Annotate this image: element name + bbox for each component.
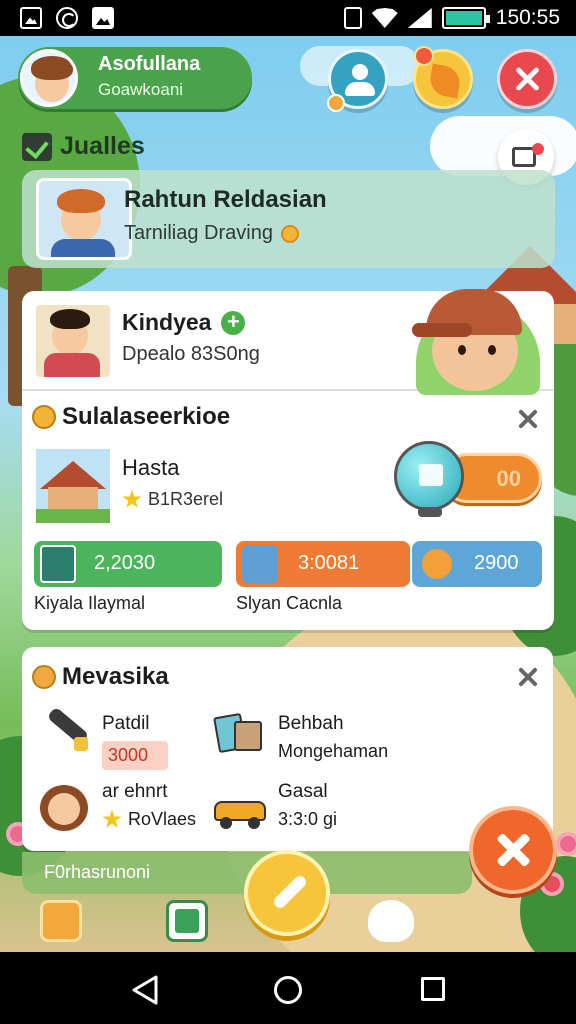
inventory-card: Mevasika Patdil 3000 Behbah Mongehaman a… xyxy=(22,647,553,851)
house-thumbnail xyxy=(36,449,110,523)
recent-apps-icon[interactable] xyxy=(421,977,445,1001)
gallery-notification-icon xyxy=(20,7,42,29)
star-icon xyxy=(122,489,142,508)
character-thumbnail xyxy=(36,305,110,377)
close-icon xyxy=(493,830,533,870)
close-icon xyxy=(512,64,542,94)
fab-close-button[interactable] xyxy=(469,806,557,894)
stat-value: 2,2030 xyxy=(94,552,156,574)
inventory-item[interactable]: Behbah Mongehaman xyxy=(278,713,388,762)
signal-icon xyxy=(407,8,432,28)
subsection-header: Sulalaseerkioe xyxy=(32,403,230,431)
player-name: Asofullana xyxy=(98,53,201,75)
inventory-header: Mevasika xyxy=(32,663,169,691)
home-icon[interactable] xyxy=(274,976,302,1004)
dismiss-icon[interactable] xyxy=(518,409,538,429)
alert-badge-icon xyxy=(414,46,434,66)
back-icon[interactable] xyxy=(130,974,160,1006)
car-icon xyxy=(212,793,266,837)
item-label: Gasal xyxy=(278,781,328,802)
bag-tab-button[interactable] xyxy=(40,900,82,942)
toggle-label: 00 xyxy=(496,466,521,491)
featured-banner[interactable]: Rahtun Reldasian Tarniliag Draving xyxy=(22,170,555,268)
stat-orange[interactable]: 3:0081 xyxy=(236,541,410,587)
stat-green[interactable]: 2,2030 xyxy=(34,541,222,587)
banner-subtitle: Tarniliag Draving xyxy=(124,222,273,244)
shop-bag-icon xyxy=(419,464,443,486)
mascot-character xyxy=(410,283,542,395)
subsection-title: Sulalaseerkioe xyxy=(62,403,231,430)
item-label: Behbah xyxy=(278,713,344,734)
sync-notification-icon xyxy=(56,7,78,29)
coin-icon xyxy=(280,224,299,243)
item-label: Patdil xyxy=(102,713,150,734)
character-subtitle: Dpealo 83S0ng xyxy=(122,343,260,365)
stat-blue[interactable]: 2900 xyxy=(412,541,542,587)
dismiss-icon[interactable] xyxy=(518,667,538,687)
item-value: RoVlaes xyxy=(128,809,197,829)
medal-icon xyxy=(32,405,56,429)
inventory-item[interactable]: Gasal 3:3:0 gi xyxy=(278,781,337,830)
inventory-item[interactable]: ar ehnrt RoVlaes xyxy=(102,781,196,830)
card-tab-button[interactable] xyxy=(166,900,208,942)
section-title: Jualles xyxy=(60,132,145,160)
map-icon xyxy=(213,711,264,755)
main-card: Kindyea + Dpealo 83S0ng Sulalaseerkioe H… xyxy=(22,289,554,630)
book-icon xyxy=(40,545,76,583)
stat-value: 3:0081 xyxy=(298,552,360,574)
clock: 150:55 xyxy=(495,6,560,29)
friends-button[interactable] xyxy=(327,49,388,112)
star-icon xyxy=(102,809,122,828)
wifi-icon xyxy=(371,8,398,28)
inventory-title: Mevasika xyxy=(62,663,169,690)
item-value: Mongehaman xyxy=(278,741,389,761)
vibrate-icon xyxy=(343,7,362,29)
place-name: Hasta xyxy=(122,455,180,480)
stat-value: 2900 xyxy=(474,552,519,574)
battery-icon xyxy=(441,7,490,29)
section-header: Jualles xyxy=(22,132,145,161)
wrench-icon xyxy=(40,706,90,753)
status-bar: 150:55 xyxy=(0,0,576,36)
stat-label: Kiyala Ilaymal xyxy=(34,593,146,613)
notification-icons xyxy=(20,7,114,29)
close-button[interactable] xyxy=(497,49,557,109)
banner-title: Rahtun Reldasian xyxy=(124,186,327,213)
character-name: Kindyea xyxy=(122,309,212,335)
boy-avatar-icon xyxy=(242,545,278,583)
place-rating: B1R3erel xyxy=(148,489,224,509)
system-nav-bar xyxy=(0,952,576,1024)
person-icon xyxy=(352,64,368,80)
trophy-icon xyxy=(422,549,452,579)
girl-avatar-icon xyxy=(38,783,88,831)
leaf-icon xyxy=(427,63,463,99)
tip-text: F0rhasrunoni xyxy=(44,862,151,882)
pencil-icon xyxy=(271,873,309,911)
character-row[interactable]: Kindyea + Dpealo 83S0ng xyxy=(22,289,554,395)
stat-label: Slyan Cacnla xyxy=(236,593,343,613)
item-label: ar ehnrt xyxy=(102,781,168,802)
player-subtitle: Goawkoani xyxy=(98,80,184,99)
trophy-icon xyxy=(32,665,56,689)
checkmark-icon xyxy=(22,132,52,161)
inventory-item[interactable]: Patdil 3000 xyxy=(102,713,169,770)
avatar xyxy=(20,49,78,107)
globe-icon xyxy=(394,441,464,511)
photo-notification-icon xyxy=(92,7,114,29)
item-value: 3000 xyxy=(102,741,169,770)
add-icon[interactable]: + xyxy=(221,310,246,335)
notification-badge-icon xyxy=(327,94,345,112)
item-value: 3:3:0 gi xyxy=(278,809,338,829)
banner-thumbnail xyxy=(36,178,132,260)
fab-pencil-button[interactable] xyxy=(244,850,330,936)
cloud-tab-button[interactable] xyxy=(368,900,414,942)
profile-pill[interactable]: Asofullana Goawkoani xyxy=(18,47,252,109)
leaf-currency-button[interactable] xyxy=(413,46,473,109)
